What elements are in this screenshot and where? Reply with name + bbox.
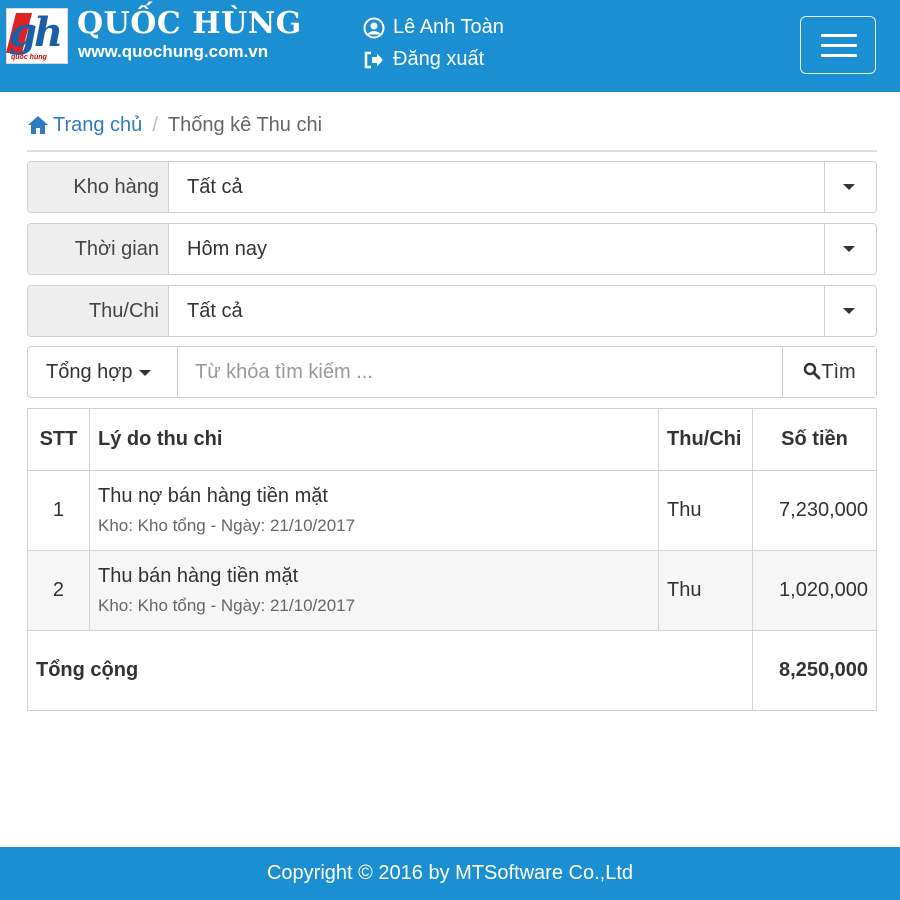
cell-reason: Thu nợ bán hàng tiền mặt Kho: Kho tổng -… [88, 470, 660, 551]
table-total-row: Tổng cộng 8,250,000 [26, 630, 877, 711]
cell-reason: Thu bán hàng tiền mặt Kho: Kho tổng - Ng… [88, 550, 660, 631]
search-bar: Tổng hợp Tìm [27, 346, 877, 398]
logo-tagline: quốc hùng [11, 54, 47, 61]
search-input[interactable] [179, 347, 783, 397]
caret-down-icon [843, 184, 855, 190]
caret-down-icon [843, 308, 855, 314]
breadcrumb-home-label: Trang chủ [53, 113, 143, 136]
search-icon [804, 362, 821, 380]
filter-income-expense[interactable]: Thu/Chi Tất cả [27, 285, 877, 337]
caret-down-icon [138, 369, 151, 376]
total-amount: 8,250,000 [752, 630, 877, 711]
caret-down-icon [843, 246, 855, 252]
hamburger-bar [821, 34, 857, 37]
home-icon [28, 116, 48, 134]
filter-warehouse-label: Kho hàng [28, 162, 169, 212]
breadcrumb-home-link[interactable]: Trang chủ [27, 114, 142, 137]
total-label: Tổng cộng [26, 630, 754, 711]
logout-link[interactable]: Đăng xuất [363, 48, 484, 71]
filter-time[interactable]: Thời gian Hôm nay [27, 223, 877, 275]
user-profile-link[interactable]: Lê Anh Toàn [363, 16, 504, 39]
top-navbar: gh quốc hùng QUỐC HÙNG www.quochung.com.… [0, 0, 900, 92]
reason-detail: Kho: Kho tổng - Ngày: 21/10/2017 [97, 596, 356, 615]
logo-mark-text: gh [9, 9, 63, 56]
search-button-label: Tìm [821, 361, 856, 383]
table-header-row: STT Lý do thu chi Thu/Chi Số tiền [27, 408, 877, 471]
logo[interactable]: gh quốc hùng [6, 8, 68, 64]
cell-amount: 7,230,000 [752, 470, 877, 551]
breadcrumb-current: Thống kê Thu chi [167, 113, 323, 136]
reason-title: Thu nợ bán hàng tiền mặt [97, 485, 328, 507]
filter-time-value[interactable]: Hôm nay [187, 224, 267, 274]
report-mode-dropdown[interactable]: Tổng hợp [28, 347, 178, 397]
filter-income-expense-value[interactable]: Tất cả [187, 286, 243, 336]
footer-copyright: Copyright © 2016 by MTSoftware Co.,Ltd [266, 862, 633, 884]
filter-income-expense-dropdown-button[interactable] [824, 286, 876, 336]
filter-time-label: Thời gian [28, 224, 169, 274]
reason-title: Thu bán hàng tiền mặt [97, 565, 299, 587]
table-row[interactable]: 2 Thu bán hàng tiền mặt Kho: Kho tổng - … [27, 550, 877, 631]
breadcrumb-separator: / [152, 113, 158, 136]
logout-label: Đăng xuất [393, 48, 485, 70]
cell-amount: 1,020,000 [752, 550, 877, 631]
breadcrumb: Trang chủ / Thống kê Thu chi [27, 108, 877, 152]
column-header-amount: Số tiền [752, 408, 877, 471]
hamburger-menu-button[interactable] [800, 16, 876, 74]
hamburger-bar [821, 44, 857, 47]
table-row[interactable]: 1 Thu nợ bán hàng tiền mặt Kho: Kho tổng… [27, 470, 877, 551]
sign-out-icon [364, 51, 383, 68]
cell-stt: 1 [27, 470, 90, 551]
column-header-reason: Lý do thu chi [88, 408, 660, 471]
report-mode-label: Tổng hợp [46, 361, 133, 383]
cell-stt: 2 [27, 550, 90, 631]
filter-warehouse-value[interactable]: Tất cả [187, 162, 243, 212]
brand-url: www.quochung.com.vn [78, 42, 269, 61]
user-name: Lê Anh Toàn [393, 16, 504, 38]
filter-income-expense-label: Thu/Chi [28, 286, 169, 336]
filter-time-dropdown-button[interactable] [824, 224, 876, 274]
filter-warehouse-dropdown-button[interactable] [824, 162, 876, 212]
search-button[interactable]: Tìm [782, 347, 876, 397]
cell-type: Thu [658, 470, 754, 551]
footer: Copyright © 2016 by MTSoftware Co.,Ltd [0, 847, 900, 900]
cell-type: Thu [658, 550, 754, 631]
column-header-stt: STT [27, 408, 90, 471]
brand-name: QUỐC HÙNG [77, 6, 302, 41]
user-icon [363, 17, 385, 38]
reason-detail: Kho: Kho tổng - Ngày: 21/10/2017 [97, 516, 356, 535]
filter-warehouse[interactable]: Kho hàng Tất cả [27, 161, 877, 213]
column-header-type: Thu/Chi [658, 408, 754, 471]
hamburger-bar [821, 54, 857, 57]
income-expense-table: STT Lý do thu chi Thu/Chi Số tiền 1 Thu … [26, 408, 877, 711]
